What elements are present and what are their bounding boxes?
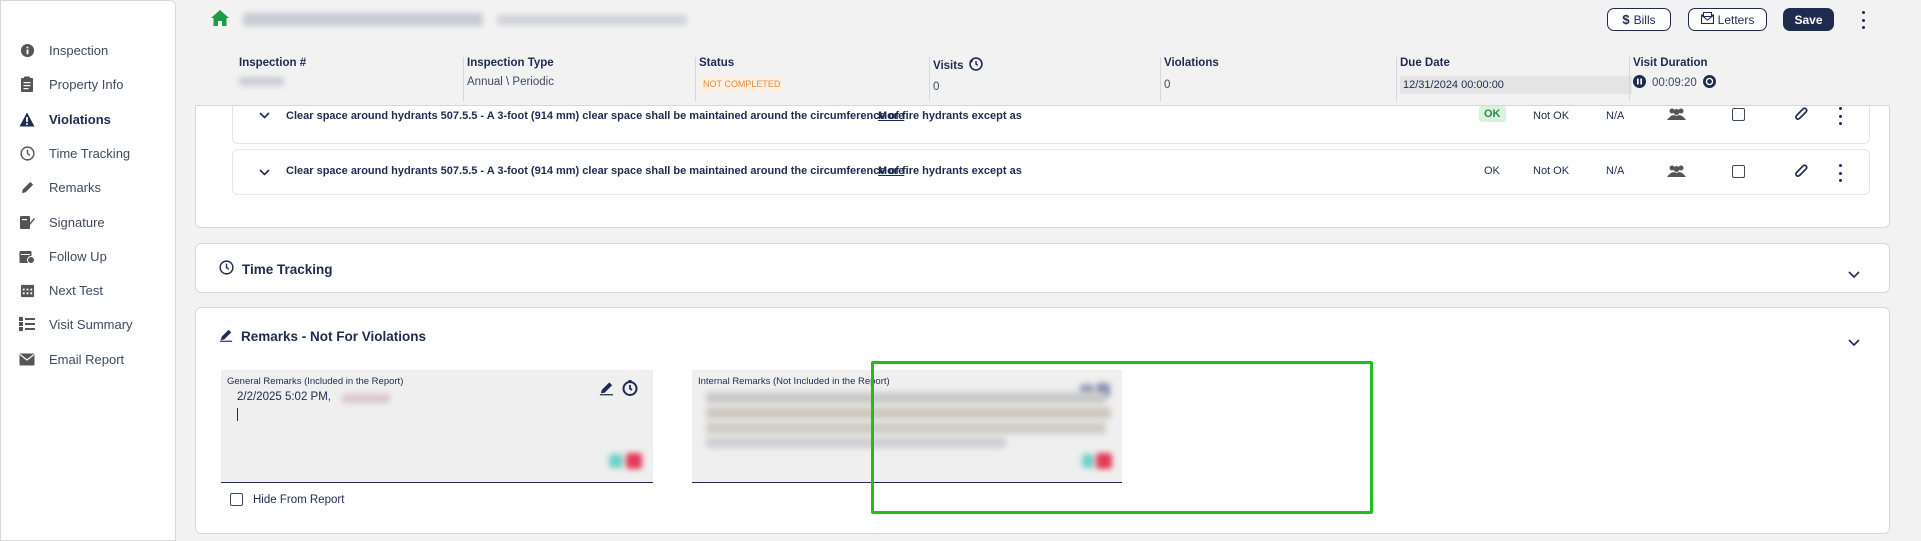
inspection-number-redacted	[239, 77, 284, 86]
calendar-clock-icon	[19, 248, 35, 264]
sidebar-item-label: Property Info	[49, 76, 124, 92]
violation-checkbox[interactable]	[1732, 108, 1745, 121]
users-icon[interactable]	[1667, 108, 1686, 124]
sidebar-item-remarks[interactable]: Remarks	[19, 176, 101, 198]
row-menu-kebab-icon[interactable]	[1837, 164, 1843, 182]
attachment-icon[interactable]	[609, 454, 623, 468]
more-link[interactable]: More	[878, 110, 904, 122]
ok-option[interactable]: OK	[1484, 165, 1500, 177]
clipboard-icon	[19, 76, 35, 92]
sidebar-item-label: Next Test	[49, 282, 103, 298]
home-icon[interactable]	[210, 9, 230, 32]
section-title: Remarks - Not For Violations	[241, 329, 427, 344]
redacted-text	[342, 394, 390, 403]
due-date-field[interactable]: 12/31/2024 00:00:00	[1400, 76, 1632, 94]
internal-remarks-label: Internal Remarks (Not Included in the Re…	[698, 376, 890, 387]
pencil-icon	[219, 328, 233, 345]
not-ok-option[interactable]: Not OK	[1533, 165, 1569, 177]
chevron-down-icon[interactable]	[1848, 266, 1860, 284]
violations-column: Violations 0	[1160, 57, 1392, 101]
sidebar-item-email-report[interactable]: Email Report	[19, 348, 124, 370]
section-title: Time Tracking	[242, 261, 333, 277]
visit-duration-column: Visit Duration 00:09:20	[1629, 57, 1829, 101]
sidebar-item-label: Signature	[49, 214, 105, 230]
letters-icon	[1700, 12, 1714, 27]
violation-row[interactable]: Clear space around hydrants 507.5.5 - A …	[232, 149, 1870, 195]
attachment-icon[interactable]	[626, 453, 642, 469]
row-menu-kebab-icon[interactable]	[1837, 107, 1843, 125]
visits-column: Visits 0	[929, 57, 1153, 101]
save-button[interactable]: Save	[1783, 8, 1834, 31]
signature-icon	[19, 214, 35, 230]
clock-icon	[219, 260, 234, 278]
sidebar-item-signature[interactable]: Signature	[19, 211, 105, 233]
pencil-icon	[19, 179, 35, 195]
general-remarks-label: General Remarks (Included in the Report)	[227, 376, 404, 387]
violation-checkbox[interactable]	[1732, 165, 1745, 178]
sidebar-item-time-tracking[interactable]: Time Tracking	[19, 142, 130, 164]
hide-from-report-label: Hide From Report	[253, 493, 345, 506]
clock-icon	[19, 145, 35, 161]
property-name-redacted	[243, 13, 483, 26]
hide-from-report-checkbox[interactable]	[230, 493, 243, 506]
status-column: Status NOT COMPLETED	[695, 57, 925, 101]
bills-button[interactable]: $ Bills	[1607, 8, 1671, 31]
sidebar-item-label: Inspection	[49, 42, 109, 58]
sidebar-item-label: Time Tracking	[49, 145, 131, 161]
inspection-type-column: Inspection Type Annual \ Periodic	[463, 57, 691, 101]
paperclip-icon[interactable]	[1794, 164, 1808, 182]
chevron-down-icon[interactable]	[259, 167, 270, 179]
header-menu-kebab-icon[interactable]	[1860, 11, 1866, 29]
letters-button[interactable]: Letters	[1688, 8, 1767, 31]
warning-icon	[19, 111, 35, 127]
calendar-grid-icon	[19, 282, 35, 298]
info-circle-icon	[19, 42, 35, 58]
list-icon	[19, 316, 35, 332]
sidebar-item-label: Follow Up	[49, 248, 107, 264]
sidebar-item-label: Email Report	[49, 351, 125, 367]
sidebar-item-label: Visit Summary	[49, 316, 133, 332]
text-caret	[237, 408, 238, 421]
sidebar-item-follow-up[interactable]: Follow Up	[19, 245, 107, 267]
general-remarks-text: 2/2/2025 5:02 PM,	[237, 391, 331, 403]
sidebar-item-property-info[interactable]: Property Info	[19, 73, 123, 95]
violation-text: Clear space around hydrants 507.5.5 - A …	[286, 110, 1022, 122]
due-date-column: Due Date 12/31/2024 00:00:00	[1396, 57, 1632, 101]
more-link[interactable]: More	[878, 165, 904, 177]
sidebar-item-next-test[interactable]: Next Test	[19, 279, 103, 301]
sidebar-item-label: Remarks	[49, 179, 102, 195]
sidebar-item-inspection[interactable]: Inspection	[19, 39, 108, 61]
edit-pencil-icon[interactable]	[599, 381, 614, 401]
na-option[interactable]: N/A	[1606, 165, 1624, 177]
inspection-number-column: Inspection #	[236, 57, 458, 101]
history-icon[interactable]	[969, 57, 984, 74]
dollar-icon: $	[1622, 12, 1630, 27]
chevron-down-icon[interactable]	[259, 110, 270, 122]
address-redacted	[497, 15, 687, 25]
highlight-box	[871, 361, 1373, 514]
sidebar-item-label: Violations	[49, 111, 111, 127]
status-badge: NOT COMPLETED	[699, 76, 785, 92]
sidebar-nav: Inspection Property Info Violations Time…	[0, 0, 176, 541]
general-remarks-field[interactable]: General Remarks (Included in the Report)…	[221, 370, 653, 483]
ok-option[interactable]: OK	[1479, 106, 1506, 122]
main-content: Clear space around hydrants 507.5.5 - A …	[195, 0, 1890, 541]
pause-icon[interactable]	[1633, 75, 1646, 91]
na-option[interactable]: N/A	[1606, 110, 1624, 122]
time-tracking-card[interactable]: Time Tracking	[195, 243, 1890, 293]
users-icon[interactable]	[1667, 165, 1686, 181]
sidebar-item-visit-summary[interactable]: Visit Summary	[19, 313, 133, 335]
not-ok-option[interactable]: Not OK	[1533, 110, 1569, 122]
envelope-icon	[19, 351, 35, 367]
violation-text: Clear space around hydrants 507.5.5 - A …	[286, 165, 1022, 177]
hide-from-report-option[interactable]: Hide From Report	[230, 493, 344, 506]
history-icon[interactable]	[622, 380, 638, 401]
paperclip-icon[interactable]	[1794, 107, 1808, 125]
chevron-down-icon[interactable]	[1848, 334, 1860, 352]
inspection-header: $ Bills Letters Save Inspection # Inspec…	[195, 0, 1890, 106]
reset-icon[interactable]	[1702, 75, 1716, 91]
sidebar-item-violations[interactable]: Violations	[19, 108, 111, 130]
visit-duration-timer: 00:09:20	[1652, 77, 1697, 89]
